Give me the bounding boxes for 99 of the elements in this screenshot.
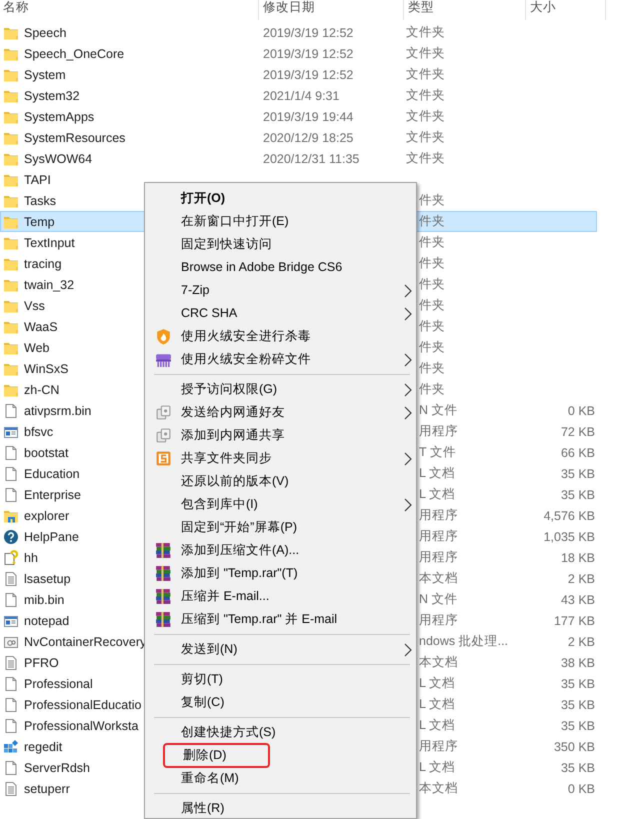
date-text: 2019/3/19 19:44 bbox=[263, 110, 354, 124]
file-name: Temp bbox=[24, 214, 55, 228]
type-text: 文件夹 bbox=[406, 67, 445, 81]
type-text: 件夹 bbox=[419, 382, 445, 396]
type-text: 本文档 bbox=[419, 781, 458, 795]
date-text: 2019/3/19 12:52 bbox=[263, 26, 354, 40]
file-name: System bbox=[24, 68, 66, 82]
size-text: 0 KB bbox=[568, 404, 595, 418]
type-text: 用程序 bbox=[419, 424, 458, 438]
file-name: ProfessionalEducatio bbox=[24, 698, 142, 712]
file-name: setuperr bbox=[24, 782, 70, 796]
type-text: 本文档 bbox=[419, 655, 458, 669]
size-text: 35 KB bbox=[560, 718, 595, 732]
size-text: 35 KB bbox=[560, 488, 595, 502]
file-name: zh-CN bbox=[24, 382, 60, 396]
type-text: L 文档 bbox=[419, 697, 455, 711]
size-text: 35 KB bbox=[560, 466, 595, 480]
file-name: Web bbox=[24, 340, 50, 354]
size-text: 2 KB bbox=[568, 634, 595, 648]
size-text: 0 KB bbox=[568, 782, 595, 796]
file-name: SysWOW64 bbox=[24, 152, 92, 166]
date-text: 2021/1/4 9:31 bbox=[263, 88, 340, 102]
type-text: N 文件 bbox=[419, 592, 458, 606]
size-text: 350 KB bbox=[554, 740, 595, 754]
size-text: 177 KB bbox=[554, 614, 595, 628]
size-text: 2 KB bbox=[568, 572, 595, 586]
size-text: 35 KB bbox=[560, 676, 595, 690]
file-name: WaaS bbox=[24, 320, 58, 334]
type-text: 件夹 bbox=[419, 340, 445, 354]
type-text: 件夹 bbox=[419, 235, 445, 249]
size-text: 35 KB bbox=[560, 760, 595, 774]
file-name: ServerRdsh bbox=[24, 760, 90, 774]
type-text: N 文件 bbox=[419, 403, 458, 417]
file-name: twain_32 bbox=[24, 278, 74, 292]
size-text: 4,576 KB bbox=[544, 508, 595, 522]
type-text: 本文档 bbox=[419, 571, 458, 585]
file-name: System32 bbox=[24, 88, 80, 102]
size-text: 18 KB bbox=[560, 550, 595, 564]
date-text: 2020/12/9 18:25 bbox=[263, 130, 354, 144]
file-name: mib.bin bbox=[24, 592, 64, 606]
type-text: 文件夹 bbox=[406, 46, 445, 60]
file-name: lsasetup bbox=[24, 572, 71, 586]
file-name: regedit bbox=[24, 740, 62, 754]
file-name: Professional bbox=[24, 676, 93, 690]
type-text: 用程序 bbox=[419, 529, 458, 543]
size-text: 72 KB bbox=[560, 424, 595, 438]
type-text: 件夹 bbox=[419, 256, 445, 270]
type-text: 件夹 bbox=[419, 214, 445, 228]
file-name: bootstat bbox=[24, 446, 68, 460]
type-text: 件夹 bbox=[419, 319, 445, 333]
size-text: 38 KB bbox=[560, 656, 595, 670]
type-text: L 文档 bbox=[419, 718, 455, 732]
size-text: 35 KB bbox=[560, 698, 595, 712]
type-text: 文件夹 bbox=[406, 130, 445, 144]
file-name: explorer bbox=[24, 508, 70, 522]
size-text: 66 KB bbox=[560, 446, 595, 460]
file-name: Speech bbox=[24, 26, 66, 40]
type-text: 用程序 bbox=[419, 613, 458, 627]
type-text: 用程序 bbox=[419, 739, 458, 753]
file-name: TextInput bbox=[24, 236, 75, 250]
file-name: NvContainerRecovery bbox=[24, 634, 146, 648]
date-text: 2019/3/19 12:52 bbox=[263, 46, 354, 60]
file-name: Vss bbox=[24, 298, 45, 312]
type-text: 文件夹 bbox=[406, 25, 445, 39]
type-text: L 文档 bbox=[419, 466, 455, 480]
date-text: 2019/3/19 12:52 bbox=[263, 68, 354, 82]
type-text: L 文档 bbox=[419, 487, 455, 501]
file-name: Tasks bbox=[24, 194, 56, 208]
type-text: 用程序 bbox=[419, 508, 458, 522]
size-text: 43 KB bbox=[560, 592, 595, 606]
file-name: SystemApps bbox=[24, 110, 94, 124]
file-name: Education bbox=[24, 466, 80, 480]
file-name: PFRO bbox=[24, 656, 59, 670]
type-text: 件夹 bbox=[419, 298, 445, 312]
file-name: TAPI bbox=[24, 172, 51, 186]
file-name: notepad bbox=[24, 614, 70, 628]
file-name: tracing bbox=[24, 256, 62, 270]
type-text: 文件夹 bbox=[406, 88, 445, 102]
type-text: ndows 批处理... bbox=[419, 634, 508, 648]
type-text: 文件夹 bbox=[406, 109, 445, 123]
size-text: 1,035 KB bbox=[544, 530, 595, 544]
type-text: T 文件 bbox=[419, 445, 456, 459]
file-name: ProfessionalWorksta bbox=[24, 718, 138, 732]
file-name: bfsvc bbox=[24, 424, 54, 438]
file-name: hh bbox=[24, 550, 38, 564]
type-text: L 文档 bbox=[419, 676, 455, 690]
date-text: 2020/12/31 11:35 bbox=[263, 152, 360, 166]
type-text: 文件夹 bbox=[406, 151, 445, 165]
file-name: WinSxS bbox=[24, 362, 68, 376]
file-name: Speech_OneCore bbox=[24, 46, 124, 60]
type-text: 用程序 bbox=[419, 550, 458, 564]
file-name: ativpsrm.bin bbox=[24, 404, 92, 418]
type-text: 件夹 bbox=[419, 193, 445, 207]
file-name: HelpPane bbox=[24, 530, 79, 544]
type-text: 件夹 bbox=[419, 277, 445, 291]
file-name: SystemResources bbox=[24, 130, 126, 144]
type-text: L 文档 bbox=[419, 760, 455, 774]
type-text: 件夹 bbox=[419, 361, 445, 375]
file-name: Enterprise bbox=[24, 488, 81, 502]
